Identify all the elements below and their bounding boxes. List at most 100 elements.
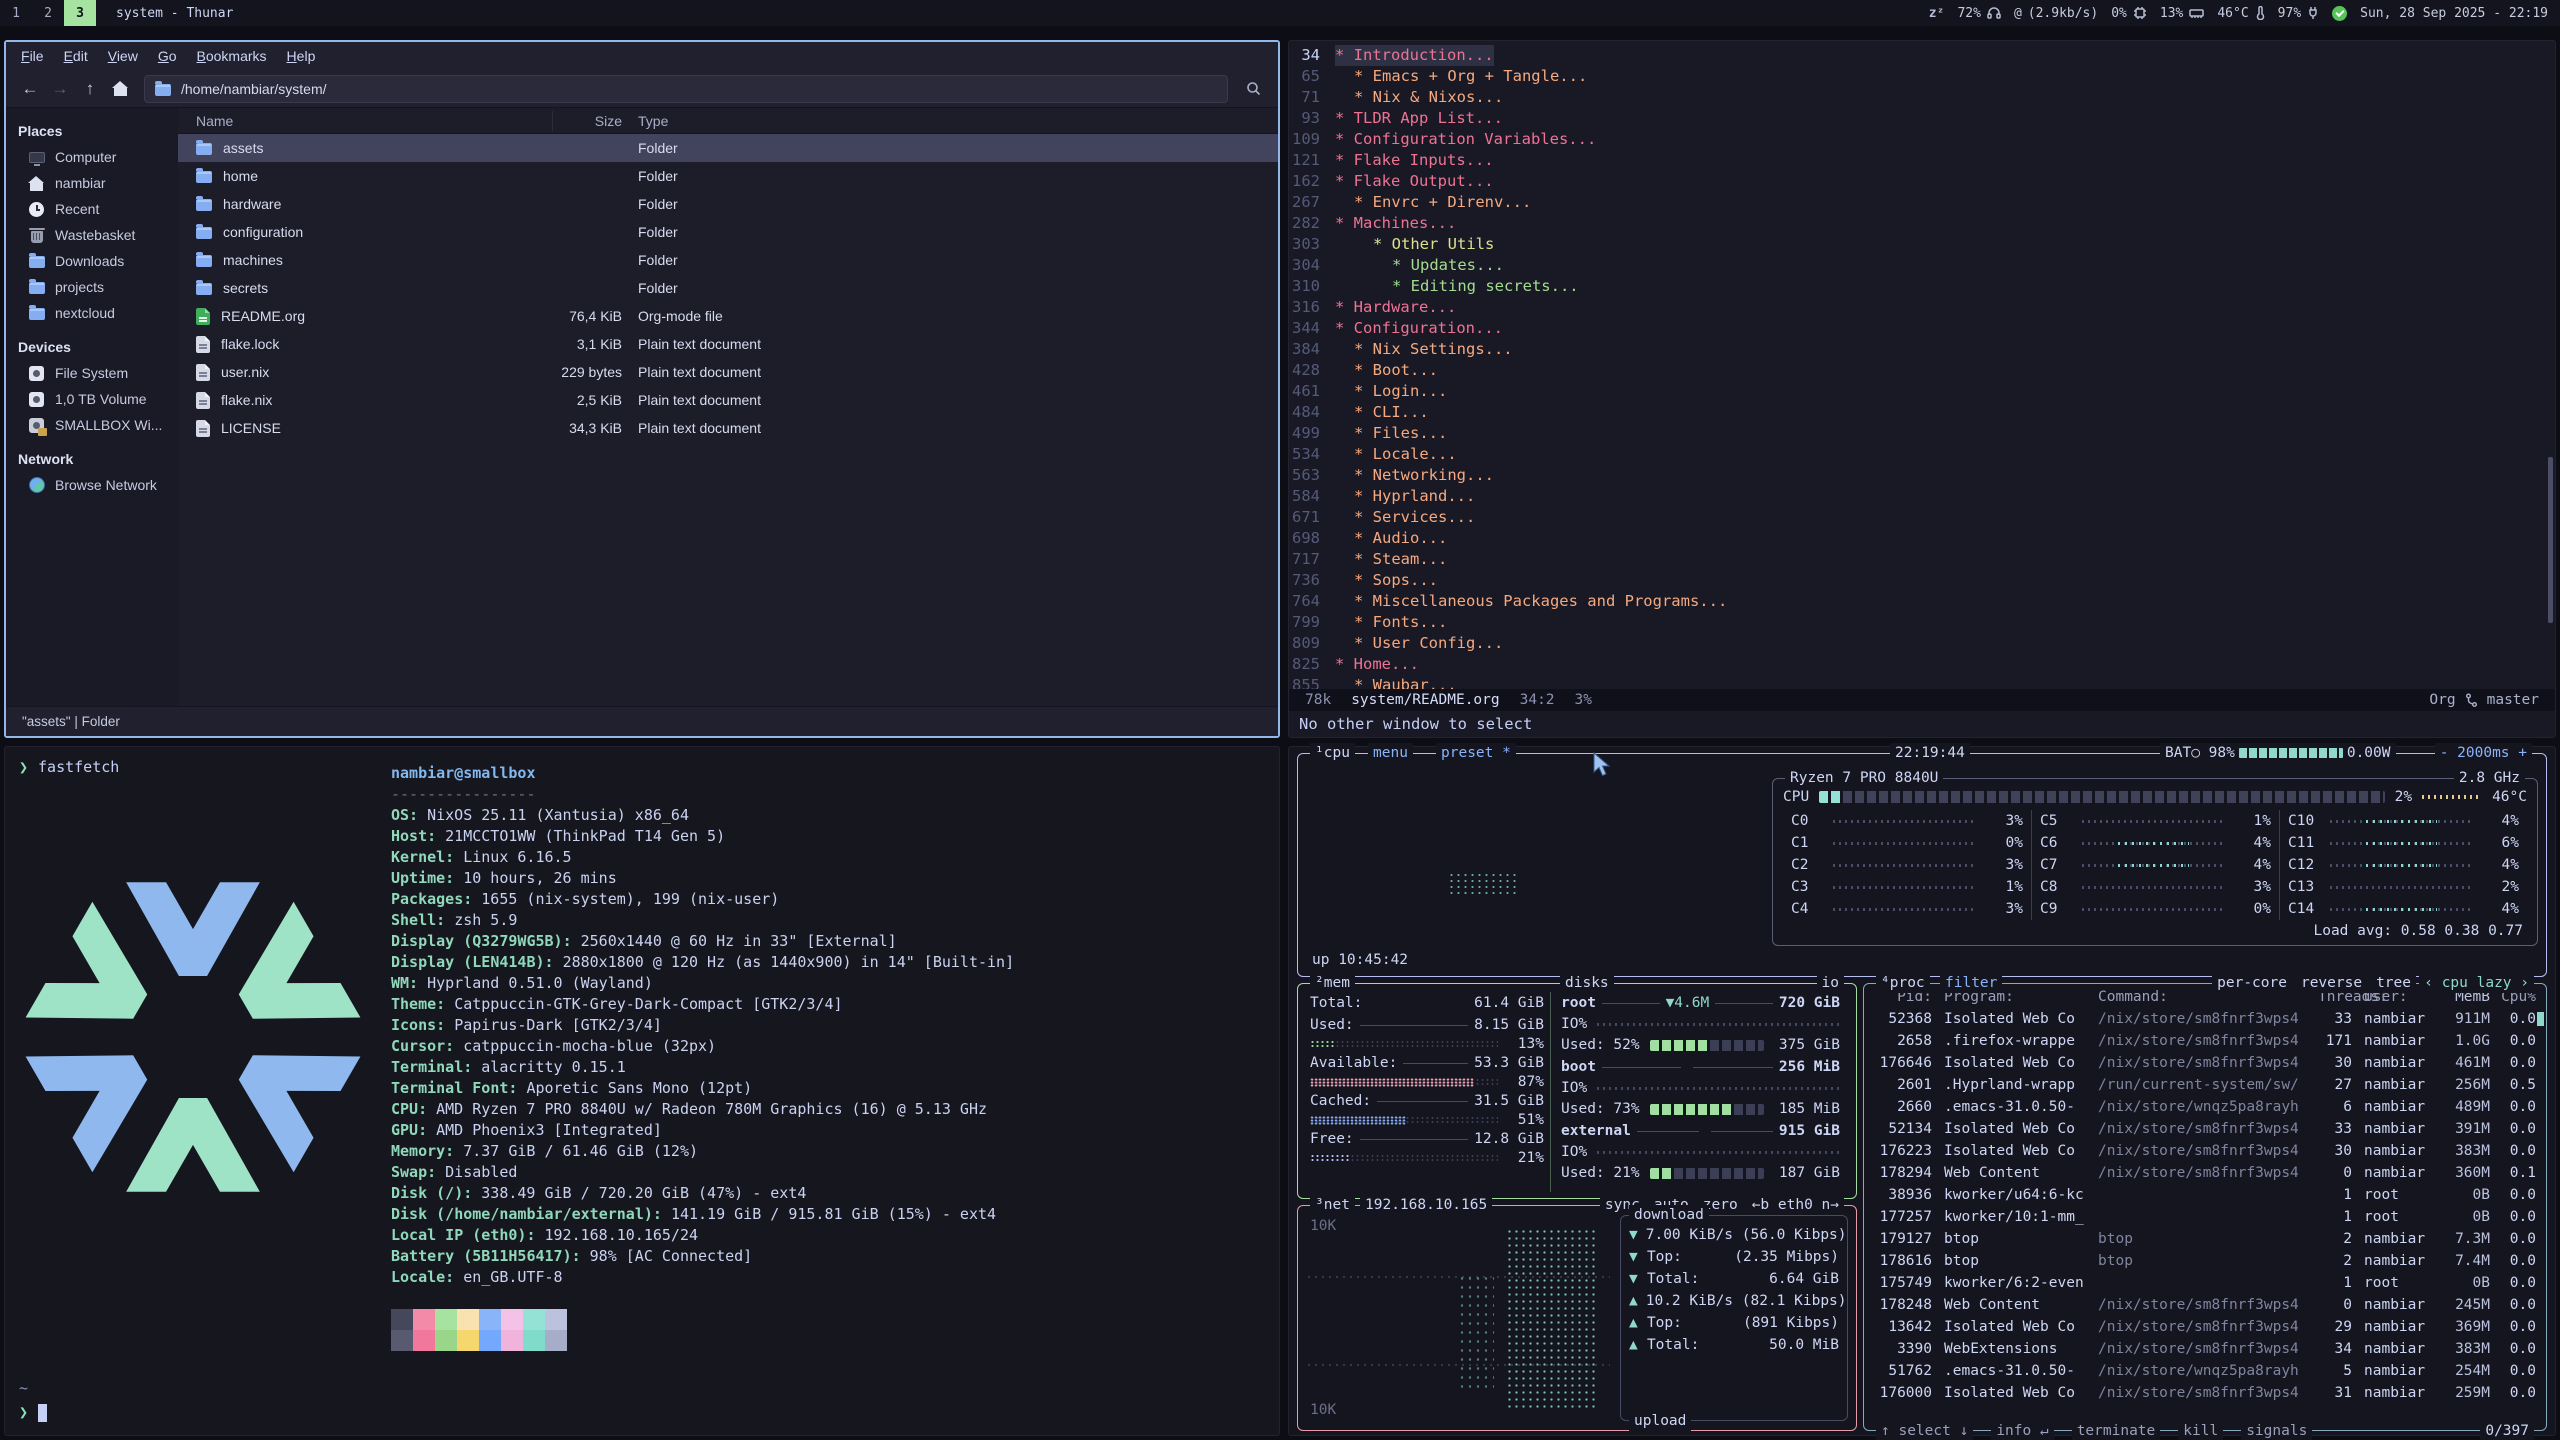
process-row[interactable]: 179127 btop btop 2 nambiar 7.3M 0.0 xyxy=(1864,1228,2546,1250)
org-buffer[interactable]: 34* Introduction...65* Emacs + Org + Tan… xyxy=(1289,45,2547,689)
org-line[interactable]: 461* Login... xyxy=(1289,381,2547,402)
file-row[interactable]: machinesFolder xyxy=(178,246,1278,274)
column-header-type[interactable]: Type xyxy=(622,113,1278,129)
org-line[interactable]: 304* Updates... xyxy=(1289,255,2547,276)
cpu-module[interactable]: 0% xyxy=(2111,6,2147,21)
org-line[interactable]: 344* Configuration... xyxy=(1289,318,2547,339)
org-line[interactable]: 736* Sops... xyxy=(1289,570,2547,591)
file-row[interactable]: user.nix229 bytesPlain text document xyxy=(178,358,1278,386)
org-line[interactable]: 384* Nix Settings... xyxy=(1289,339,2547,360)
file-row[interactable]: hardwareFolder xyxy=(178,190,1278,218)
menu-item[interactable]: Edit xyxy=(55,45,97,67)
process-row[interactable]: 177257 kworker/10:1-mm_ 1 root 0B 0.0 xyxy=(1864,1206,2546,1228)
org-line[interactable]: 499* Files... xyxy=(1289,423,2547,444)
org-line[interactable]: 121* Flake Inputs... xyxy=(1289,150,2547,171)
org-line[interactable]: 71* Nix & Nixos... xyxy=(1289,87,2547,108)
preset-button[interactable]: preset * xyxy=(1436,743,1516,763)
org-line[interactable]: 698* Audio... xyxy=(1289,528,2547,549)
process-row[interactable]: 175749 kworker/6:2-even 1 root 0B 0.0 xyxy=(1864,1272,2546,1294)
sidebar-item[interactable]: Wastebasket xyxy=(6,222,178,248)
sidebar-item[interactable]: nextcloud xyxy=(6,300,178,326)
process-row[interactable]: 178248 Web Content /nix/store/sm8fnrf3wp… xyxy=(1864,1294,2546,1316)
org-line[interactable]: 303* Other Utils xyxy=(1289,234,2547,255)
sidebar-item[interactable]: Browse Network xyxy=(6,472,178,498)
org-line[interactable]: 484* CLI... xyxy=(1289,402,2547,423)
org-line[interactable]: 310* Editing secrets... xyxy=(1289,276,2547,297)
org-line[interactable]: 162* Flake Output... xyxy=(1289,171,2547,192)
volume-module[interactable]: 72% xyxy=(1957,6,2000,21)
org-line[interactable]: 764* Miscellaneous Packages and Programs… xyxy=(1289,591,2547,612)
menu-item[interactable]: Go xyxy=(149,45,186,67)
org-line[interactable]: 267* Envrc + Direnv... xyxy=(1289,192,2547,213)
process-row[interactable]: 38936 kworker/u64:6-kc 1 root 0B 0.0 xyxy=(1864,1184,2546,1206)
org-line[interactable]: 584* Hyprland... xyxy=(1289,486,2547,507)
network-module[interactable]: @(2.9kb/s) xyxy=(2014,6,2098,21)
menu-item[interactable]: View xyxy=(99,45,147,67)
process-row[interactable]: 2601 .Hyprland-wrapp /run/current-system… xyxy=(1864,1074,2546,1096)
process-row[interactable]: 176646 Isolated Web Co /nix/store/sm8fnr… xyxy=(1864,1052,2546,1074)
sidebar-item[interactable]: Computer xyxy=(6,144,178,170)
file-row[interactable]: assetsFolder xyxy=(178,134,1278,162)
back-button[interactable]: ← xyxy=(16,75,44,103)
process-row[interactable]: 178616 btop btop 2 nambiar 7.4M 0.0 xyxy=(1864,1250,2546,1272)
process-row[interactable]: 51762 .emacs-31.0.50- /nix/store/wnqz5pa… xyxy=(1864,1360,2546,1382)
org-line[interactable]: 534* Locale... xyxy=(1289,444,2547,465)
file-row[interactable]: secretsFolder xyxy=(178,274,1278,302)
proc-box-label[interactable]: ⁴proc xyxy=(1876,973,1930,993)
process-row[interactable]: 178294 Web Content /nix/store/sm8fnrf3wp… xyxy=(1864,1162,2546,1184)
kill-key[interactable]: kill xyxy=(2178,1421,2223,1440)
file-row[interactable]: LICENSE34,3 KiBPlain text document xyxy=(178,414,1278,442)
select-keys[interactable]: ↑ select ↓ xyxy=(1876,1421,1973,1440)
path-bar[interactable]: /home/nambiar/system/ xyxy=(144,75,1228,103)
status-check-icon[interactable] xyxy=(2332,6,2347,21)
clock-module[interactable]: Sun, 28 Sep 2025 - 22:19 xyxy=(2360,6,2548,21)
process-row[interactable]: 176223 Isolated Web Co /nix/store/sm8fnr… xyxy=(1864,1140,2546,1162)
workspace-button[interactable]: 3 xyxy=(64,0,96,26)
process-row[interactable]: 3390 WebExtensions /nix/store/sm8fnrf3wp… xyxy=(1864,1338,2546,1360)
menu-item[interactable]: File xyxy=(12,45,53,67)
sidebar-item[interactable]: projects xyxy=(6,274,178,300)
terminate-key[interactable]: terminate xyxy=(2072,1421,2161,1440)
process-row[interactable]: 52368 Isolated Web Co /nix/store/sm8fnrf… xyxy=(1864,1008,2546,1030)
panel-tab[interactable]: reverse xyxy=(2301,973,2362,993)
org-line[interactable]: 855* Waubar... xyxy=(1289,675,2547,689)
org-line[interactable]: 109* Configuration Variables... xyxy=(1289,129,2547,150)
process-row[interactable]: 13642 Isolated Web Co /nix/store/sm8fnrf… xyxy=(1864,1316,2546,1338)
upload-label[interactable]: upload xyxy=(1629,1411,1691,1431)
workspace-button[interactable]: 1 xyxy=(0,0,32,26)
panel-tab[interactable]: ←b eth0 n→ xyxy=(1752,1195,1839,1215)
sidebar-item[interactable]: Recent xyxy=(6,196,178,222)
org-line[interactable]: 34* Introduction... xyxy=(1289,45,2547,66)
file-row[interactable]: homeFolder xyxy=(178,162,1278,190)
menu-item[interactable]: Help xyxy=(278,45,325,67)
temperature-module[interactable]: 46°C xyxy=(2217,6,2264,21)
battery-module[interactable]: 97% xyxy=(2278,6,2319,21)
filter-button[interactable]: filter xyxy=(1940,973,2002,993)
signals-key[interactable]: signals xyxy=(2241,1421,2312,1440)
info-key[interactable]: info ↵ xyxy=(1991,1421,2053,1440)
sidebar-item[interactable]: File System xyxy=(6,360,178,386)
org-line[interactable]: 671* Services... xyxy=(1289,507,2547,528)
io-label[interactable]: io xyxy=(1817,973,1844,993)
panel-tab[interactable]: per-core xyxy=(2217,973,2287,993)
org-line[interactable]: 316* Hardware... xyxy=(1289,297,2547,318)
download-label[interactable]: download xyxy=(1629,1205,1709,1225)
column-header-size[interactable]: Size xyxy=(552,111,622,131)
process-row[interactable]: 2658 .firefox-wrappe /nix/store/sm8fnrf3… xyxy=(1864,1030,2546,1052)
forward-button[interactable]: → xyxy=(46,75,74,103)
org-line[interactable]: 282* Machines... xyxy=(1289,213,2547,234)
org-line[interactable]: 799* Fonts... xyxy=(1289,612,2547,633)
org-line[interactable]: 563* Networking... xyxy=(1289,465,2547,486)
file-row[interactable]: flake.lock3,1 KiBPlain text document xyxy=(178,330,1278,358)
sidebar-item[interactable]: nambiar xyxy=(6,170,178,196)
org-line[interactable]: 93* TLDR App List... xyxy=(1289,108,2547,129)
memory-module[interactable]: 13% xyxy=(2160,6,2204,21)
shell-prompt-line-2[interactable]: ❯ xyxy=(19,1402,47,1423)
panel-tab[interactable]: tree xyxy=(2376,973,2411,993)
org-line[interactable]: 825* Home... xyxy=(1289,654,2547,675)
update-interval[interactable]: - 2000ms + xyxy=(2435,743,2532,763)
home-button[interactable] xyxy=(106,75,134,103)
file-row[interactable]: configurationFolder xyxy=(178,218,1278,246)
emacs-scrollbar[interactable] xyxy=(2548,457,2553,623)
org-line[interactable]: 65* Emacs + Org + Tangle... xyxy=(1289,66,2547,87)
